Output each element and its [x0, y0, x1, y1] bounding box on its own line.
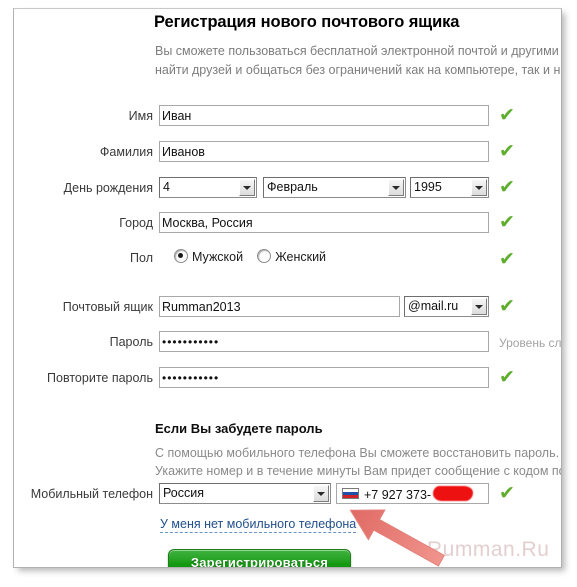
ru-flag-icon [342, 488, 359, 499]
chevron-down-icon[interactable] [471, 298, 487, 315]
last-name-label: Фамилия [99, 145, 153, 159]
last-name-input[interactable] [159, 141, 489, 162]
page-description: Вы сможете пользоваться бесплатной элект… [155, 42, 562, 80]
birthday-year-value: 1995 [414, 180, 442, 194]
birthday-month-value: Февраль [267, 180, 318, 194]
screenshot-root: Регистрация нового почтового ящика Вы см… [0, 0, 577, 587]
gender-radio-group: Мужской Женский [174, 249, 326, 264]
gender-male-label: Мужской [192, 250, 244, 264]
registration-page: Регистрация нового почтового ящика Вы см… [13, 8, 562, 568]
mobile-country-select[interactable]: Россия [159, 483, 331, 504]
gender-female-label: Женский [275, 250, 327, 264]
mobile-valid-check: ✔ [499, 482, 515, 504]
birthday-year-select[interactable]: 1995 [410, 177, 489, 198]
page-description-line-1: Вы сможете пользоваться бесплатной элект… [155, 44, 562, 58]
password-repeat-valid-check: ✔ [499, 366, 515, 388]
field-row-last-name: Фамилия ✔ [14, 140, 561, 165]
mailbox-valid-check: ✔ [499, 295, 515, 317]
last-name-valid-check: ✔ [499, 140, 515, 162]
mobile-label: Мобильный телефон [30, 487, 153, 501]
mobile-number-value: +7 927 373- [364, 488, 432, 502]
radio-female[interactable] [257, 249, 272, 263]
birthday-label: День рождения [63, 181, 153, 195]
password-label: Пароль [109, 335, 153, 349]
city-label: Город [119, 216, 153, 230]
birthday-valid-check: ✔ [499, 176, 515, 198]
chevron-down-icon[interactable] [388, 179, 404, 196]
gender-label: Пол [130, 251, 153, 265]
chevron-down-icon[interactable] [239, 179, 255, 196]
field-row-mailbox: Почтовый ящик @mail.ru ✔ [14, 295, 561, 320]
gender-male-option[interactable]: Мужской [174, 249, 257, 264]
password-repeat-input[interactable] [159, 367, 489, 388]
birthday-day-select[interactable]: 4 [159, 177, 257, 198]
field-row-password-repeat: Повторите пароль ✔ [14, 366, 561, 391]
city-input[interactable] [159, 212, 489, 233]
redaction-blob [433, 486, 473, 501]
field-row-password: Пароль Уровень сложн [14, 331, 562, 355]
mobile-number-field[interactable]: +7 927 373- [336, 483, 489, 504]
gender-female-option[interactable]: Женский [257, 249, 327, 264]
birthday-month-select[interactable]: Февраль [263, 177, 406, 198]
mailbox-label: Почтовый ящик [62, 300, 153, 314]
recovery-text-line-1: С помощью мобильного телефона Вы сможете… [155, 446, 560, 460]
field-row-first-name: Имя ✔ [14, 104, 561, 129]
city-valid-check: ✔ [499, 211, 515, 233]
mailbox-domain-value: @mail.ru [408, 299, 459, 313]
page-description-line-2: найти друзей и общаться без ограничений … [155, 63, 562, 77]
field-row-city: Город ✔ [14, 211, 561, 236]
chevron-down-icon[interactable] [313, 485, 329, 502]
password-repeat-label: Повторите пароль [47, 371, 153, 385]
recovery-section-text: С помощью мобильного телефона Вы сможете… [155, 444, 562, 480]
first-name-input[interactable] [159, 105, 489, 126]
no-mobile-phone-link[interactable]: У меня нет мобильного телефона [160, 517, 357, 533]
mobile-country-value: Россия [163, 486, 204, 500]
field-row-birthday: День рождения 4 Февраль 1995 ✔ [14, 176, 561, 201]
password-strength-hint: Уровень сложн [499, 336, 562, 350]
birthday-day-value: 4 [163, 180, 170, 194]
site-watermark: Rumman.Ru [427, 538, 550, 561]
register-button[interactable]: Зарегистрироваться [168, 549, 351, 567]
chevron-down-icon[interactable] [471, 179, 487, 196]
recovery-section-title: Если Вы забудете пароль [155, 421, 323, 436]
field-row-mobile: Мобильный телефон Россия +7 927 373- ✔ [14, 482, 561, 507]
password-input[interactable] [159, 331, 489, 352]
field-row-gender: Пол Мужской Женский ✔ [14, 247, 561, 271]
first-name-label: Имя [128, 109, 153, 123]
first-name-valid-check: ✔ [499, 104, 515, 126]
mailbox-domain-select[interactable]: @mail.ru [404, 296, 489, 317]
gender-valid-check: ✔ [499, 248, 515, 270]
recovery-text-line-2: Укажите номер и в течение минуты Вам при… [155, 464, 562, 478]
mailbox-input[interactable] [159, 296, 400, 317]
page-title: Регистрация нового почтового ящика [154, 13, 460, 31]
radio-male[interactable] [174, 249, 188, 263]
